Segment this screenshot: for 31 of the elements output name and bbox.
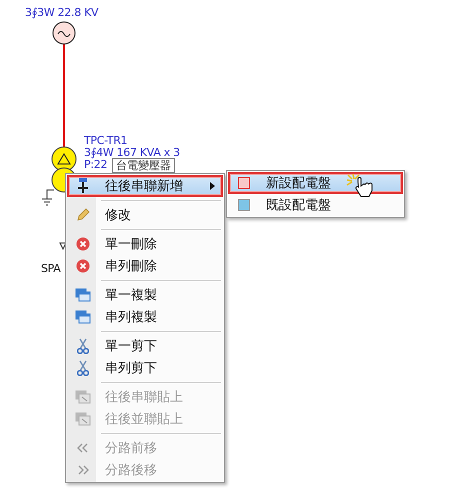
menu-item[interactable]: 往後串聯新增	[67, 175, 223, 197]
transformer-rating: 3∮4W 167 KVA x 3	[84, 147, 180, 159]
transformer-name: TPC-TR1	[84, 135, 128, 147]
paste-icon	[75, 412, 91, 426]
menu-item[interactable]: 修改	[67, 204, 223, 226]
load-symbol	[59, 242, 67, 250]
menu-item[interactable]: 串列剪下	[67, 357, 223, 379]
generator-symbol	[52, 22, 76, 44]
menu-item[interactable]: 串列刪除	[67, 255, 223, 277]
delete-icon	[76, 259, 90, 273]
ground-symbol	[42, 190, 54, 206]
menu-item[interactable]: 既設配電盤	[228, 194, 403, 216]
menu-item[interactable]: 單一刪除	[67, 233, 223, 255]
copy-icon	[75, 288, 91, 302]
delete-icon	[76, 237, 90, 251]
copy-icon	[75, 310, 91, 324]
transformer-label: P:22	[84, 159, 108, 171]
paste-icon	[75, 390, 91, 404]
tooltip: 台電變壓器	[112, 158, 175, 173]
chevron-right-icon	[77, 465, 89, 475]
menu-item[interactable]: 串列複製	[67, 306, 223, 328]
load-label: SPA	[41, 263, 61, 275]
scissors-icon	[77, 338, 89, 354]
add-icon	[76, 178, 90, 194]
chevron-left-icon	[77, 443, 89, 453]
source-label: 3∮3W 22.8 KV	[25, 7, 98, 19]
menu-item[interactable]: 新設配電盤	[228, 172, 403, 194]
menu-item[interactable]: 單一剪下	[67, 335, 223, 357]
menu-item[interactable]: 單一複製	[67, 284, 223, 306]
pencil-icon	[76, 208, 90, 222]
scissors-icon	[77, 360, 89, 376]
